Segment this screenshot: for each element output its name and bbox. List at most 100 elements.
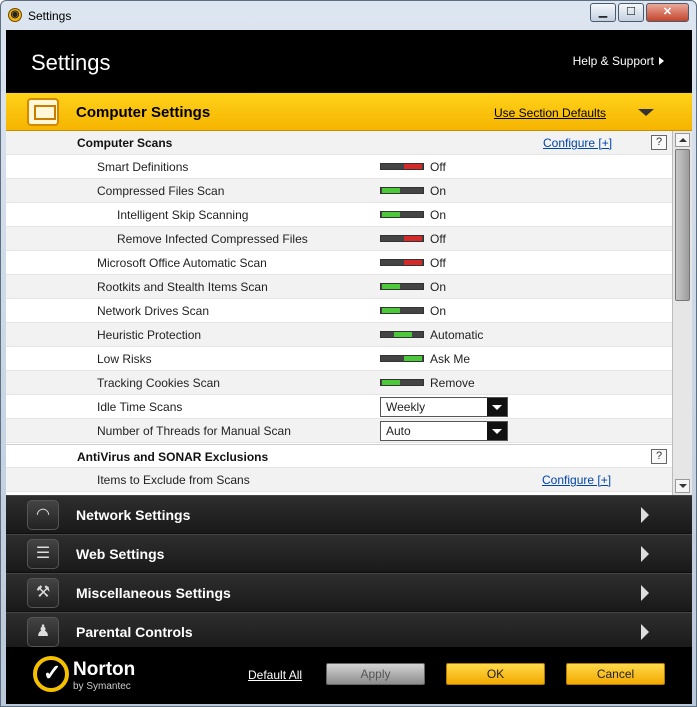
toggle-switch[interactable]: [380, 235, 424, 242]
group-row-antivirus: AntiVirus and SONAR Exclusions ?: [6, 444, 672, 468]
toggle-state: Off: [430, 160, 446, 174]
norton-app-icon: ◉: [8, 8, 22, 22]
toggle-fill: [382, 380, 400, 385]
toggle-switch[interactable]: [380, 379, 424, 386]
setting-row: Network Drives Scan On: [6, 299, 672, 323]
brand-subtitle: by Symantec: [73, 681, 131, 692]
threads-dropdown[interactable]: Auto: [380, 421, 508, 441]
settings-content: Settings Help & Support Computer Setting…: [6, 30, 692, 704]
toggle-switch[interactable]: [380, 307, 424, 314]
page-title: Settings: [31, 50, 111, 75]
setting-label: Rootkits and Stealth Items Scan: [97, 280, 268, 294]
toggle-state: On: [430, 280, 447, 294]
category-label: Miscellaneous Settings: [76, 585, 231, 601]
toggle-fill: [394, 332, 412, 337]
scroll-down-icon[interactable]: [675, 479, 690, 493]
toggle-switch[interactable]: [380, 283, 424, 290]
toggle-fill: [382, 212, 400, 217]
wifi-icon: ◠: [27, 500, 59, 530]
scroll-up-icon[interactable]: [675, 133, 690, 147]
setting-label: Idle Time Scans: [97, 400, 183, 414]
idle-time-dropdown[interactable]: Weekly: [380, 397, 508, 417]
setting-label: Smart Definitions: [97, 160, 189, 174]
chevron-right-icon: [641, 546, 649, 562]
chevron-down-icon[interactable]: [487, 398, 507, 416]
section-title: Computer Settings: [76, 104, 211, 121]
scrollbar[interactable]: [672, 131, 692, 495]
laptop-icon: [27, 98, 59, 126]
close-button[interactable]: ✕: [646, 3, 689, 22]
wrench-icon: ⚒: [27, 578, 59, 608]
network-settings-row[interactable]: ◠ Network Settings: [6, 495, 692, 533]
setting-row: Rootkits and Stealth Items Scan On: [6, 275, 672, 299]
footer: Norton by Symantec Default All Apply OK …: [6, 647, 692, 704]
setting-row: Microsoft Office Automatic Scan Off: [6, 251, 672, 275]
help-icon[interactable]: ?: [651, 449, 667, 464]
setting-row: Items to Exclude from Scans Configure [+…: [6, 468, 672, 492]
setting-label: Low Risks: [97, 352, 152, 366]
group-label: AntiVirus and SONAR Exclusions: [77, 450, 269, 464]
dropdown-value: Weekly: [386, 400, 426, 414]
ok-button[interactable]: OK: [446, 663, 545, 685]
configure-link[interactable]: Configure [+]: [542, 473, 611, 487]
maximize-button[interactable]: ☐: [618, 3, 644, 22]
use-section-defaults-link[interactable]: Use Section Defaults: [494, 106, 606, 120]
setting-row: Smart Definitions Off: [6, 155, 672, 179]
minimize-button[interactable]: ▁: [590, 3, 616, 22]
family-icon: ♟: [27, 617, 59, 647]
setting-label: Intelligent Skip Scanning: [117, 208, 249, 222]
default-all-link[interactable]: Default All: [248, 668, 302, 682]
toggle-switch[interactable]: [380, 355, 424, 362]
setting-label: Network Drives Scan: [97, 304, 210, 318]
norton-check-logo-icon: [33, 656, 69, 692]
configure-link[interactable]: Configure [+]: [543, 136, 612, 150]
toggle-state: On: [430, 304, 447, 318]
apply-button[interactable]: Apply: [326, 663, 425, 685]
toggle-switch[interactable]: [380, 187, 424, 194]
toggle-switch[interactable]: [380, 163, 424, 170]
collapse-arrow-icon[interactable]: [638, 109, 654, 116]
toggle-fill: [404, 260, 422, 265]
setting-row: Tracking Cookies Scan Remove: [6, 371, 672, 395]
help-icon[interactable]: ?: [651, 135, 667, 150]
setting-row: Remove Infected Compressed Files Off: [6, 227, 672, 251]
setting-row: Number of Threads for Manual Scan Auto: [6, 419, 672, 443]
chevron-right-icon: [641, 585, 649, 601]
toggle-state: Ask Me: [430, 352, 471, 366]
category-label: Web Settings: [76, 546, 165, 562]
toggle-state: Remove: [430, 376, 475, 390]
toggle-fill: [404, 356, 422, 361]
category-label: Network Settings: [76, 507, 191, 523]
toggle-switch[interactable]: [380, 259, 424, 266]
toggle-state: Off: [430, 232, 446, 246]
dropdown-value: Auto: [386, 424, 411, 438]
toggle-fill: [404, 236, 422, 241]
web-settings-row[interactable]: ☰ Web Settings: [6, 534, 692, 572]
toggle-state: On: [430, 184, 447, 198]
toggle-fill: [382, 188, 400, 193]
group-row-computer-scans: Computer Scans Configure [+] ?: [6, 131, 672, 155]
toggle-switch[interactable]: [380, 331, 424, 338]
chevron-down-icon[interactable]: [487, 422, 507, 440]
title-bar[interactable]: ◉ Settings ▁ ☐ ✕: [1, 1, 696, 29]
toggle-state: Off: [430, 256, 446, 270]
cancel-button[interactable]: Cancel: [566, 663, 665, 685]
category-label: Parental Controls: [76, 624, 193, 640]
help-support-link[interactable]: Help & Support: [573, 54, 664, 68]
setting-row: Idle Time Scans Weekly: [6, 395, 672, 419]
setting-row: Intelligent Skip Scanning On: [6, 203, 672, 227]
toggle-fill: [382, 284, 400, 289]
misc-settings-row[interactable]: ⚒ Miscellaneous Settings: [6, 573, 692, 611]
setting-label: Items to Exclude from Scans: [97, 473, 250, 487]
header: Settings Help & Support: [6, 30, 692, 92]
toggle-fill: [404, 164, 422, 169]
computer-settings-header[interactable]: Computer Settings Use Section Defaults: [6, 93, 692, 131]
setting-label: Heuristic Protection: [97, 328, 202, 342]
toggle-fill: [382, 308, 400, 313]
toggle-switch[interactable]: [380, 211, 424, 218]
setting-row: Low Risks Ask Me: [6, 347, 672, 371]
scroll-thumb[interactable]: [675, 149, 690, 301]
setting-label: Tracking Cookies Scan: [97, 376, 220, 390]
parental-controls-row[interactable]: ♟ Parental Controls: [6, 612, 692, 650]
group-label: Computer Scans: [77, 136, 173, 150]
